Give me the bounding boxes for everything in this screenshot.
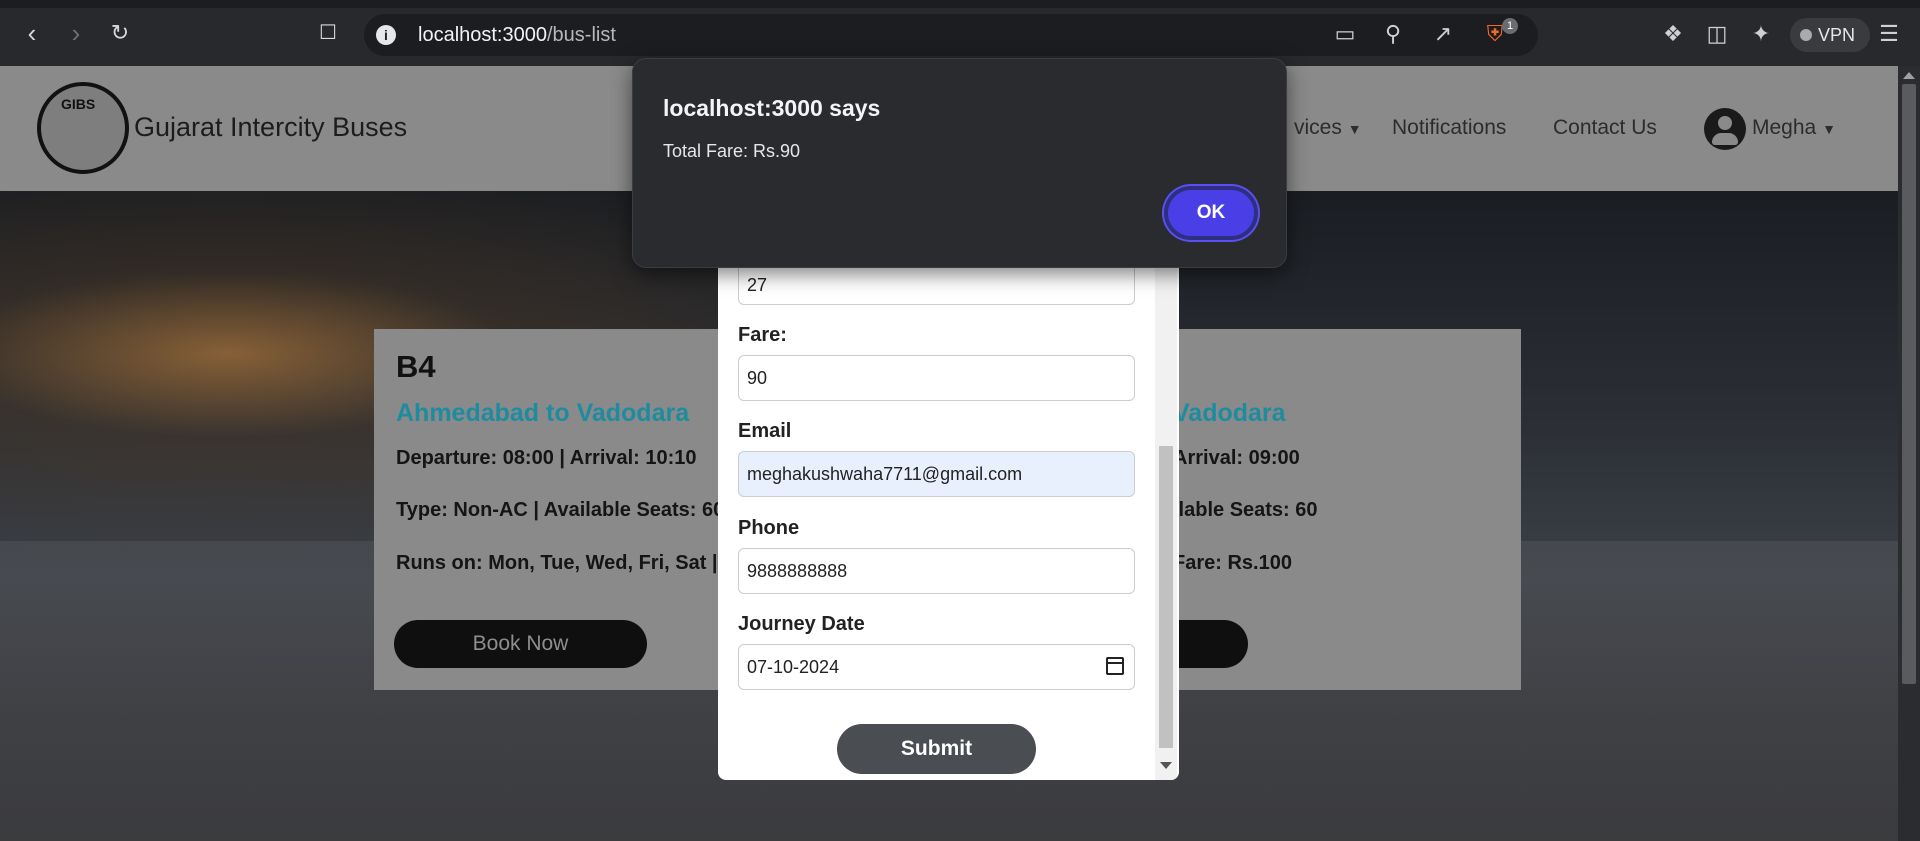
bus-seats: ilable Seats: 60: [1179, 499, 1318, 521]
user-menu[interactable]: Megha ▼: [1752, 116, 1836, 140]
reload-icon[interactable]: ↻: [104, 18, 136, 50]
fare-label: Fare:: [738, 324, 787, 346]
email-label: Email: [738, 420, 792, 442]
bus-card: B4 Ahmedabad to Vadodara Departure: 08:0…: [374, 329, 718, 690]
bus-times: Departure: 08:00 | Arrival: 10:10: [396, 447, 697, 469]
nav-services[interactable]: vices ▼: [1294, 116, 1362, 140]
bus-fare: Fare: Rs.100: [1179, 552, 1292, 574]
modal-scrollbar[interactable]: [1155, 266, 1177, 780]
book-now-button[interactable]: [1179, 620, 1248, 668]
scroll-up-arrow-icon[interactable]: [1903, 72, 1915, 79]
user-avatar-icon[interactable]: [1704, 108, 1746, 150]
forward-icon[interactable]: ›: [60, 18, 92, 50]
email-field[interactable]: meghakushwaha7711@gmail.com: [738, 451, 1135, 497]
nav-contact[interactable]: Contact Us: [1553, 116, 1657, 140]
bus-times: Arrival: 09:00: [1179, 447, 1300, 469]
journey-date-value: 07-10-2024: [747, 657, 840, 677]
shield-badge: 1: [1502, 18, 1518, 34]
extensions-icon[interactable]: ❖: [1658, 20, 1688, 48]
bus-card: Vadodara Arrival: 09:00 ilable Seats: 60…: [1179, 329, 1521, 690]
leo-ai-icon[interactable]: ✦: [1746, 20, 1776, 48]
fare-input[interactable]: 90: [738, 355, 1135, 401]
nav-services-label: vices: [1294, 116, 1342, 139]
alert-title: localhost:3000 says: [663, 95, 881, 121]
menu-icon[interactable]: ☰: [1874, 20, 1904, 48]
page-scrollbar-thumb[interactable]: [1902, 84, 1916, 684]
calendar-icon[interactable]: [1106, 657, 1124, 675]
alert-message: Total Fare: Rs.90: [663, 141, 801, 161]
modal-scrollbar-thumb[interactable]: [1159, 446, 1173, 748]
page-scrollbar[interactable]: [1898, 66, 1920, 841]
phone-field[interactable]: 9888888888: [738, 548, 1135, 594]
cast-icon[interactable]: ▭: [1330, 20, 1360, 48]
nav-notifications[interactable]: Notifications: [1392, 116, 1506, 140]
ok-button[interactable]: OK: [1164, 186, 1258, 240]
journey-date-label: Journey Date: [738, 613, 865, 635]
site-info-icon[interactable]: i: [376, 25, 396, 45]
bookmark-icon[interactable]: ☐: [312, 18, 344, 50]
journey-date-input[interactable]: 07-10-2024: [738, 644, 1135, 690]
seats-input[interactable]: 27: [738, 266, 1135, 305]
booking-form-modal: 27 Fare: 90 Email meghakushwaha7711@gmai…: [718, 266, 1179, 780]
phone-label: Phone: [738, 517, 800, 539]
url-path: /bus-list: [546, 24, 616, 46]
url-text[interactable]: localhost:3000/bus-list: [418, 24, 616, 47]
logo-text: GIBS: [61, 96, 96, 112]
share-icon[interactable]: ↗: [1428, 20, 1458, 48]
bus-route: Ahmedabad to Vadodara: [396, 399, 690, 427]
sidebar-icon[interactable]: ◫: [1702, 20, 1732, 48]
browser-toolbar: ‹ › ↻ ☐ i localhost:3000/bus-list ▭ ⚲ ↗ …: [0, 0, 1920, 66]
user-name: Megha: [1752, 116, 1817, 139]
chevron-down-icon: ▼: [1347, 121, 1362, 137]
bus-runs-on: Runs on: Mon, Tue, Wed, Fri, Sat | F: [396, 552, 718, 574]
scroll-down-arrow-icon[interactable]: [1160, 762, 1172, 769]
back-icon[interactable]: ‹: [16, 18, 48, 50]
tab-strip: [0, 0, 1920, 8]
bus-id: B4: [396, 349, 436, 384]
zoom-out-icon[interactable]: ⚲: [1378, 20, 1408, 48]
url-host: localhost:3000: [418, 24, 547, 46]
vpn-button[interactable]: VPN: [1790, 18, 1870, 52]
bus-type-seats: Type: Non-AC | Available Seats: 60: [396, 499, 718, 521]
alert-dialog: localhost:3000 says Total Fare: Rs.90 OK: [632, 58, 1287, 268]
bus-route: Vadodara: [1179, 399, 1286, 427]
brand-name[interactable]: Gujarat Intercity Buses: [134, 112, 407, 143]
submit-button[interactable]: Submit: [837, 724, 1036, 774]
chevron-down-icon: ▼: [1822, 121, 1836, 137]
book-now-button[interactable]: Book Now: [394, 620, 647, 668]
gibs-logo[interactable]: GIBS: [37, 82, 129, 174]
